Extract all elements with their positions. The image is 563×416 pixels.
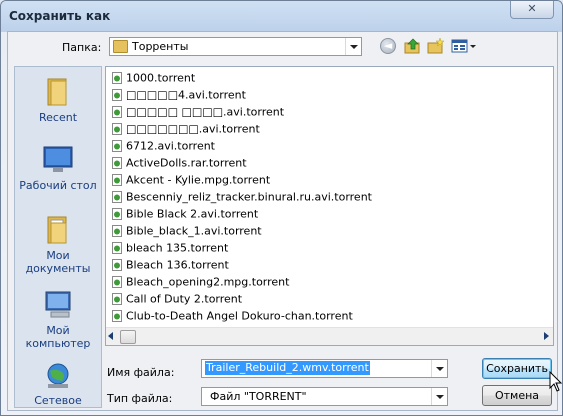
mouse-cursor-icon bbox=[549, 371, 562, 392]
place-label: Recent bbox=[38, 111, 78, 124]
torrent-file-icon bbox=[112, 123, 122, 135]
torrent-file-icon bbox=[112, 174, 122, 186]
torrent-file-icon bbox=[112, 242, 122, 254]
file-list[interactable]: 1000.torrent □□□□□4.avi.torrent □□□□□ □□□□… bbox=[105, 66, 554, 346]
folder-dropdown[interactable]: Торренты bbox=[109, 37, 362, 56]
place-label: Сетевое bbox=[34, 394, 82, 407]
place-label: Мои документы bbox=[25, 249, 91, 275]
file-item[interactable]: Call of Duty 2.torrent bbox=[112, 292, 242, 309]
folder-name: Торренты bbox=[132, 40, 189, 53]
torrent-file-icon bbox=[112, 293, 122, 305]
views-menu-icon[interactable] bbox=[451, 38, 477, 54]
torrent-file-icon bbox=[112, 225, 122, 237]
file-name: Bible_black_1.avi.torrent bbox=[126, 224, 262, 238]
dialog-body: Папка: Торренты ◄ Recent Рабочий стол Мо… bbox=[7, 31, 558, 411]
filetype-dropdown[interactable]: Файл "TORRENT" bbox=[201, 387, 448, 406]
scroll-right-icon[interactable] bbox=[544, 332, 549, 340]
file-item[interactable]: Club-to-Death Angel Dokuro-chan.torrent bbox=[112, 309, 353, 326]
file-name: Akcent - Kylie.mpg.torrent bbox=[126, 173, 271, 187]
save-button[interactable]: Сохранить bbox=[482, 358, 552, 379]
file-item[interactable]: □□□□□4.avi.torrent bbox=[112, 88, 246, 105]
documents-folder-icon bbox=[47, 216, 67, 244]
place-label: Рабочий стол bbox=[19, 179, 97, 192]
save-as-dialog: Сохранить как ✕ Папка: Торренты ◄ Recent… bbox=[0, 0, 563, 416]
folder-label: Папка: bbox=[62, 41, 102, 54]
place-recent[interactable]: Recent bbox=[15, 77, 101, 124]
places-bar: Recent Рабочий стол Мои документы Мой ко… bbox=[14, 66, 102, 408]
file-name: Bible Black 2.avi.torrent bbox=[126, 207, 259, 221]
dialog-title: Сохранить как bbox=[9, 9, 111, 23]
file-item[interactable]: Bible_black_1.avi.torrent bbox=[112, 224, 262, 241]
chevron-down-icon[interactable] bbox=[431, 360, 447, 377]
place-label: Мой компьютер bbox=[25, 324, 91, 350]
file-item[interactable]: bleach 135.torrent bbox=[112, 241, 228, 258]
close-button[interactable]: ✕ bbox=[510, 1, 554, 19]
file-name: □□□□□□□.avi.torrent bbox=[126, 122, 260, 136]
file-name: ActiveDolls.rar.torrent bbox=[126, 156, 247, 170]
cancel-button[interactable]: Отмена bbox=[482, 385, 552, 406]
file-item[interactable]: ActiveDolls.rar.torrent bbox=[112, 156, 247, 173]
file-name: Call of Duty 2.torrent bbox=[126, 292, 243, 306]
up-folder-icon[interactable] bbox=[404, 38, 422, 54]
torrent-file-icon bbox=[112, 157, 122, 169]
place-desktop[interactable]: Рабочий стол bbox=[15, 145, 101, 192]
torrent-file-icon bbox=[112, 72, 122, 84]
file-name: bleach 135.torrent bbox=[126, 241, 229, 255]
file-item[interactable]: 1000.torrent bbox=[112, 71, 195, 88]
torrent-file-icon bbox=[112, 89, 122, 101]
torrent-file-icon bbox=[112, 191, 122, 203]
scrollbar-thumb[interactable] bbox=[120, 330, 136, 344]
file-name: Bleach_opening2.mpg.torrent bbox=[126, 275, 290, 289]
place-network[interactable]: Сетевое bbox=[15, 362, 101, 407]
file-name: □□□□□ □□□□.avi.torrent bbox=[126, 105, 285, 119]
filename-field[interactable]: Trailer_Rebuild_2.wmv.torrent bbox=[201, 359, 448, 378]
horizontal-scrollbar[interactable] bbox=[106, 327, 553, 345]
file-item[interactable]: Bible Black 2.avi.torrent bbox=[112, 207, 258, 224]
place-computer[interactable]: Мой компьютер bbox=[15, 290, 101, 350]
file-item[interactable]: Bleach_opening2.mpg.torrent bbox=[112, 275, 289, 292]
torrent-file-icon bbox=[112, 208, 122, 220]
filename-value[interactable]: Trailer_Rebuild_2.wmv.torrent bbox=[205, 361, 370, 375]
filetype-label: Тип файла: bbox=[107, 392, 173, 405]
recent-folder-icon bbox=[47, 78, 67, 106]
file-item[interactable]: 6712.avi.torrent bbox=[112, 139, 215, 156]
file-item[interactable]: Bleach 136.torrent bbox=[112, 258, 229, 275]
desktop-icon bbox=[43, 146, 73, 172]
file-item[interactable]: □□□□□□□.avi.torrent bbox=[112, 122, 260, 139]
file-name: □□□□□4.avi.torrent bbox=[126, 88, 246, 102]
back-icon[interactable]: ◄ bbox=[380, 38, 396, 54]
torrent-file-icon bbox=[112, 276, 122, 288]
file-item[interactable]: Akcent - Kylie.mpg.torrent bbox=[112, 173, 270, 190]
filetype-value: Файл "TORRENT" bbox=[210, 390, 307, 403]
chevron-down-icon[interactable] bbox=[431, 388, 447, 405]
filename-label: Имя файла: bbox=[107, 366, 175, 379]
file-item[interactable]: □□□□□ □□□□.avi.torrent bbox=[112, 105, 284, 122]
file-name: Bescenniy_reliz_tracker.binural.ru.avi.t… bbox=[126, 190, 372, 204]
torrent-file-icon bbox=[112, 259, 122, 271]
file-name: 1000.torrent bbox=[126, 71, 196, 85]
folder-icon bbox=[113, 40, 128, 53]
torrent-file-icon bbox=[112, 106, 122, 118]
scroll-left-icon[interactable] bbox=[108, 332, 113, 340]
file-name: 6712.avi.torrent bbox=[126, 139, 215, 153]
network-icon bbox=[47, 363, 69, 388]
torrent-file-icon bbox=[112, 140, 122, 152]
file-name: Club-to-Death Angel Dokuro-chan.torrent bbox=[126, 309, 353, 323]
title-bar[interactable]: Сохранить как ✕ bbox=[1, 1, 562, 32]
file-name: Bleach 136.torrent bbox=[126, 258, 229, 272]
torrent-file-icon bbox=[112, 310, 122, 322]
chevron-down-icon[interactable] bbox=[345, 38, 361, 55]
file-item[interactable]: Bescenniy_reliz_tracker.binural.ru.avi.t… bbox=[112, 190, 372, 207]
computer-icon bbox=[45, 291, 71, 318]
new-folder-icon[interactable] bbox=[427, 38, 445, 54]
place-documents[interactable]: Мои документы bbox=[15, 215, 101, 275]
